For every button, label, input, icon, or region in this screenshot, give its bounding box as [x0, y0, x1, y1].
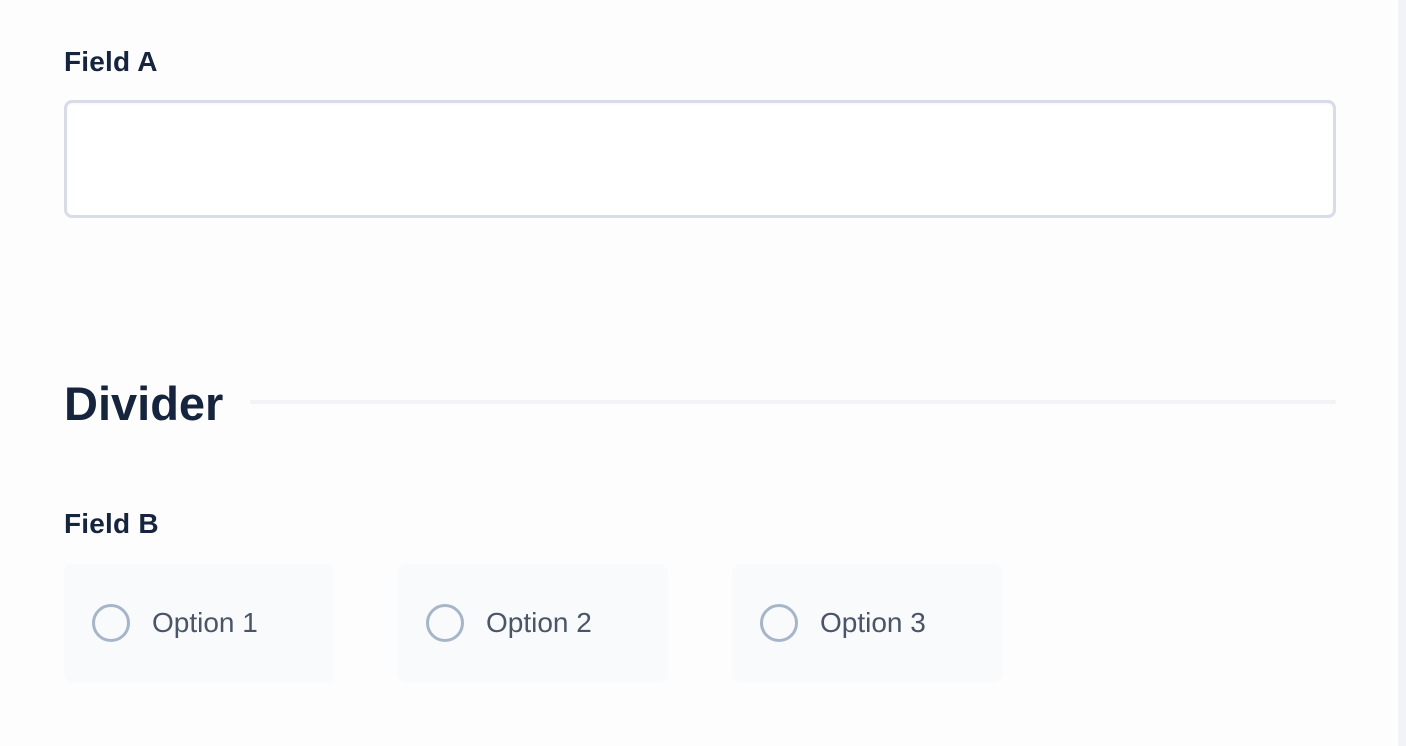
radio-unchecked-icon[interactable]: [760, 604, 798, 642]
field-a-input[interactable]: [64, 100, 1336, 218]
scrollbar-track: [1398, 0, 1406, 746]
radio-option-3[interactable]: Option 3: [732, 564, 1002, 682]
section-divider: Divider: [64, 376, 1336, 432]
radio-option-label: Option 2: [486, 607, 592, 638]
field-b-radio-group: Option 1 Option 2 Option 3: [64, 564, 1336, 682]
radio-unchecked-icon[interactable]: [426, 604, 464, 642]
field-a-label: Field A: [64, 46, 158, 77]
radio-option-1[interactable]: Option 1: [64, 564, 334, 682]
radio-option-label: Option 3: [820, 607, 926, 638]
radio-unchecked-icon[interactable]: [92, 604, 130, 642]
field-b-label: Field B: [64, 508, 159, 539]
radio-option-label: Option 1: [152, 607, 258, 638]
radio-option-2[interactable]: Option 2: [398, 564, 668, 682]
divider-title: Divider: [64, 377, 224, 430]
divider-line: [250, 400, 1336, 404]
